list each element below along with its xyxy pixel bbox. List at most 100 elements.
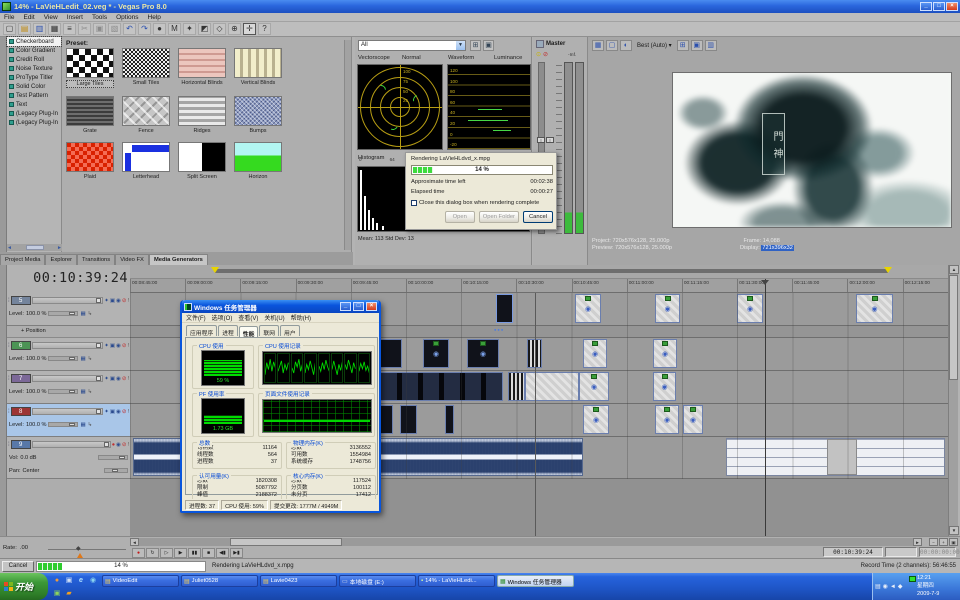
preset-item[interactable]: Small Tiles	[122, 48, 172, 86]
timeline-clip[interactable]: ◉	[579, 372, 609, 401]
timeline-clip[interactable]: ◉	[583, 405, 609, 434]
bypass-icon[interactable]: !	[127, 409, 129, 415]
task-manager-tab[interactable]: 性能	[239, 326, 259, 337]
zoom-tool-icon[interactable]: ⊕	[228, 23, 241, 35]
menu-item[interactable]: 关机(U)	[264, 313, 284, 322]
track-fade-slider[interactable]	[32, 441, 111, 448]
track-number[interactable]: 5	[11, 296, 31, 305]
track-fade-slider[interactable]	[32, 297, 104, 304]
compositing-mode-icon[interactable]: ▦	[80, 422, 85, 428]
preset-thumbnail[interactable]	[66, 142, 114, 172]
timecode-field[interactable]: 00:10:39:24	[823, 547, 883, 557]
solo-icon[interactable]: ⊘	[122, 343, 127, 349]
taskbar-button[interactable]: ▤ Juliet0528	[181, 575, 258, 587]
track-header-8-selected[interactable]: ⁞8✦▣◉⊘! Level:100.0 %▦↳	[7, 404, 130, 437]
edit-tool-icon[interactable]: ✦	[183, 23, 196, 35]
generator-category-item[interactable]: Color Gradient	[7, 46, 61, 55]
stop-icon[interactable]: ■	[202, 548, 215, 558]
preset-thumbnail[interactable]	[66, 96, 114, 126]
envelope-tool-icon[interactable]: ◇	[213, 23, 226, 35]
preset-item[interactable]: Ridges	[178, 96, 228, 134]
record-icon[interactable]: ●	[132, 548, 145, 558]
rate-slider-handle[interactable]: ◆	[76, 545, 81, 552]
preset-item[interactable]: Letterhead	[122, 142, 172, 180]
chevron-down-icon[interactable]: ▼	[456, 41, 465, 50]
zoom-tool-icon[interactable]: ▣	[949, 538, 958, 546]
undo-icon[interactable]: ↶	[123, 23, 136, 35]
preview-device-icon[interactable]: ▦	[592, 40, 604, 51]
cancel-render-button[interactable]: Cancel	[2, 561, 34, 572]
minimize-button[interactable]: _	[340, 302, 351, 311]
timeline-clip[interactable]	[525, 372, 579, 401]
menu-item[interactable]: 帮助(H)	[291, 313, 311, 322]
track-fade-slider[interactable]	[32, 342, 104, 349]
level-slider[interactable]	[48, 422, 78, 427]
preset-item[interactable]: Large Tiles	[66, 48, 116, 88]
bypass-icon[interactable]: !	[127, 343, 129, 349]
task-manager-titlebar[interactable]: Windows 任务管理器 _ □ ×	[182, 300, 379, 313]
taskbar-clock[interactable]: 12:21 星期四 2009-7-9	[907, 574, 959, 599]
track-motion-icon[interactable]: ▣	[110, 298, 115, 304]
timecode-field-empty[interactable]	[885, 547, 917, 557]
scope-source-dropdown[interactable]: All ▼	[358, 40, 466, 51]
parent-icon[interactable]: ↳	[88, 311, 93, 317]
mute-icon[interactable]: ◉	[116, 343, 121, 349]
overlays-icon[interactable]: ◐	[620, 40, 632, 51]
preset-thumbnail[interactable]	[122, 142, 170, 172]
preset-item[interactable]: Horizon	[234, 142, 284, 180]
track-header-6[interactable]: ⁞6✦▣◉⊘! Level:100.0 %▦↳	[7, 338, 130, 371]
generator-category-item[interactable]: Noise Texture	[7, 64, 61, 73]
mute-icon[interactable]: ⊙	[536, 51, 541, 58]
parent-icon[interactable]: ↳	[88, 389, 93, 395]
track-number[interactable]: 9	[11, 440, 31, 449]
scope-settings-icon[interactable]: ▣	[483, 40, 494, 51]
playhead-marker[interactable]	[761, 280, 769, 285]
generator-list-scrollbar[interactable]: ◄ ►	[7, 244, 62, 251]
preset-scrollbar[interactable]	[344, 40, 351, 250]
open-icon[interactable]: ▤	[18, 23, 31, 35]
timeline-clip[interactable]	[380, 405, 393, 434]
maximize-button[interactable]: □	[353, 302, 364, 311]
generator-category-item[interactable]: (Legacy Plug-In	[7, 118, 61, 127]
timeline-clip[interactable]: ◉	[423, 339, 449, 368]
taskbar-button[interactable]: ▪ 14% - LaVieHLedi...	[418, 575, 495, 587]
task-manager-tab[interactable]: 联网	[259, 325, 279, 336]
timeline-clip[interactable]: ◉	[655, 294, 680, 323]
timeline-clip[interactable]: ◉	[575, 294, 601, 323]
taskbar-button[interactable]: ▤ Lavie0423	[260, 575, 337, 587]
solo-icon[interactable]: ⊘	[122, 442, 127, 448]
menu-item[interactable]: View	[44, 14, 58, 21]
menu-item[interactable]: Insert	[67, 14, 83, 21]
generator-category-item[interactable]: Solid Color	[7, 82, 61, 91]
timeline-clip[interactable]	[445, 405, 454, 434]
solo-icon[interactable]: ⊘	[122, 409, 127, 415]
preset-thumbnail[interactable]	[234, 96, 282, 126]
record-arm-icon[interactable]: ●	[112, 442, 115, 448]
mute-icon[interactable]: ◉	[116, 442, 121, 448]
level-slider[interactable]	[48, 389, 78, 394]
search-icon[interactable]: ●	[153, 23, 166, 35]
ie-icon[interactable]: e	[76, 576, 86, 586]
timeline-clip[interactable]: ◉	[655, 405, 679, 434]
preset-item[interactable]: Fence	[122, 96, 172, 134]
go-to-start-icon[interactable]: ◀▮	[216, 548, 229, 558]
preset-thumbnail[interactable]	[122, 48, 170, 78]
track-grip[interactable]: ⁞	[8, 298, 10, 304]
preset-thumbnail[interactable]	[234, 48, 282, 78]
scope-update-icon[interactable]: ⊞	[470, 40, 481, 51]
level-slider[interactable]	[48, 356, 78, 361]
grid-overlay-icon[interactable]: ⊞	[677, 40, 689, 51]
generator-category-item[interactable]: Test Pattern	[7, 91, 61, 100]
properties-icon[interactable]: ≡	[63, 23, 76, 35]
mute-icon[interactable]: ◉	[116, 409, 121, 415]
parent-icon[interactable]: ↳	[88, 356, 93, 362]
compositing-mode-icon[interactable]: ▦	[80, 311, 85, 317]
track-fx-icon[interactable]: ✦	[104, 298, 109, 304]
timecode-field-end[interactable]: 00:00:00:00	[919, 547, 956, 557]
time-ruler[interactable]: 00:08:45:0000:09:00:0000:09:15:0000:09:3…	[130, 279, 958, 293]
bypass-icon[interactable]: !	[127, 376, 129, 382]
current-timecode-display[interactable]: 00:10:39:24	[8, 270, 128, 290]
track-number[interactable]: 7	[11, 374, 31, 383]
pause-icon[interactable]: ▮▮	[188, 548, 201, 558]
taskbar-button[interactable]: ▭ 本地磁盘 (E:)	[339, 575, 416, 587]
